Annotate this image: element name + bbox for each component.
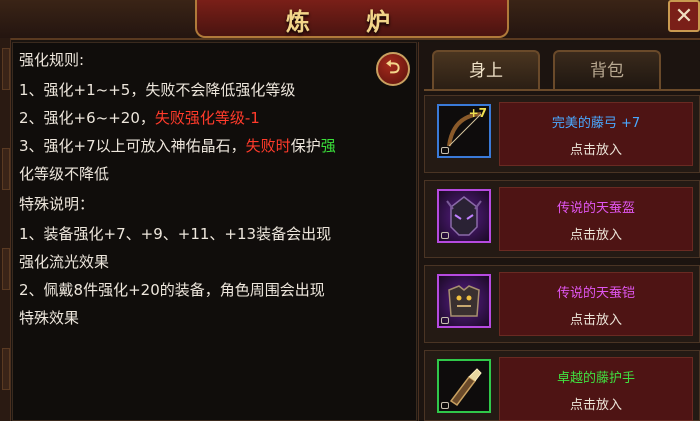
lock-icon: [441, 402, 449, 409]
place-item-label[interactable]: 点击放入: [500, 139, 692, 158]
item-info[interactable]: 传说的天蚕盔 点击放入: [499, 187, 693, 251]
rule-1: 1、强化+1~+5，失败不会降低强化等级: [19, 81, 296, 99]
special-2: 2、佩戴8件强化+20的装备，角色周围会出现: [19, 281, 325, 299]
frame-notch: [2, 148, 10, 190]
rule-3-highlight: 强: [320, 137, 336, 155]
tab-backpack[interactable]: 背包: [553, 50, 661, 90]
frame-notch: [2, 48, 10, 90]
rule-3-warning: 失败时: [245, 137, 291, 155]
tab-equipped[interactable]: 身上: [432, 50, 540, 90]
rule-3: 3、强化+7以上可放入神佑晶石，失败时保护强: [19, 135, 336, 156]
special-heading: 特殊说明：: [19, 195, 95, 213]
return-arrow-icon: ⮌: [385, 57, 401, 78]
item-slot: +7: [437, 104, 491, 158]
frame-notch: [2, 248, 10, 290]
item-info[interactable]: 完美的藤弓 +7 点击放入: [499, 102, 693, 166]
special-2-continued: 特殊效果: [19, 309, 80, 327]
lock-icon: [441, 147, 449, 154]
place-item-label[interactable]: 点击放入: [500, 224, 692, 243]
rule-3-mid: 保护: [290, 137, 321, 155]
frame-notch: [2, 348, 10, 390]
item-card-armor[interactable]: 传说的天蚕铠 点击放入: [424, 265, 700, 343]
item-name: 卓越的藤护手: [556, 371, 635, 386]
rule-3-text: 3、强化+7以上可放入神佑晶石，: [19, 137, 246, 155]
back-button[interactable]: ⮌: [376, 52, 410, 86]
item-slot: [437, 359, 491, 413]
rules-panel: 强化规则: 1、强化+1~+5，失败不会降低强化等级 2、强化+6~+20，失败…: [12, 42, 417, 421]
special-1: 1、装备强化+7、+9、+11、+13装备会出现: [19, 225, 332, 243]
rule-3-continued: 化等级不降低: [19, 165, 110, 183]
left-frame: [0, 38, 11, 421]
close-button[interactable]: ✕: [668, 0, 700, 32]
place-item-label[interactable]: 点击放入: [500, 309, 692, 328]
tab-divider: [424, 89, 700, 91]
item-slot: [437, 189, 491, 243]
enhance-badge: +7: [468, 106, 487, 120]
close-icon: ✕: [674, 4, 694, 29]
item-slot: [437, 274, 491, 328]
lock-icon: [441, 232, 449, 239]
item-card-helmet[interactable]: 传说的天蚕盔 点击放入: [424, 180, 700, 258]
item-card-gauntlet[interactable]: 卓越的藤护手 点击放入: [424, 350, 700, 421]
rule-2: 2、强化+6~+20，失败强化等级-1: [19, 107, 260, 128]
rules-heading: 强化规则:: [19, 51, 85, 69]
item-info[interactable]: 传说的天蚕铠 点击放入: [499, 272, 693, 336]
item-name: 传说的天蚕盔: [556, 201, 635, 216]
item-name: 传说的天蚕铠: [556, 286, 635, 301]
item-info[interactable]: 卓越的藤护手 点击放入: [499, 357, 693, 421]
lock-icon: [441, 317, 449, 324]
item-name: 完美的藤弓 +7: [551, 116, 641, 131]
window-title: 炼 炉: [285, 8, 415, 36]
rule-2-warning: 失败强化等级-1: [154, 109, 260, 127]
rule-2-text: 2、强化+6~+20，: [19, 109, 155, 127]
place-item-label[interactable]: 点击放入: [500, 394, 692, 413]
item-card-bow[interactable]: +7 完美的藤弓 +7 点击放入: [424, 95, 700, 173]
special-1-continued: 强化流光效果: [19, 253, 110, 271]
